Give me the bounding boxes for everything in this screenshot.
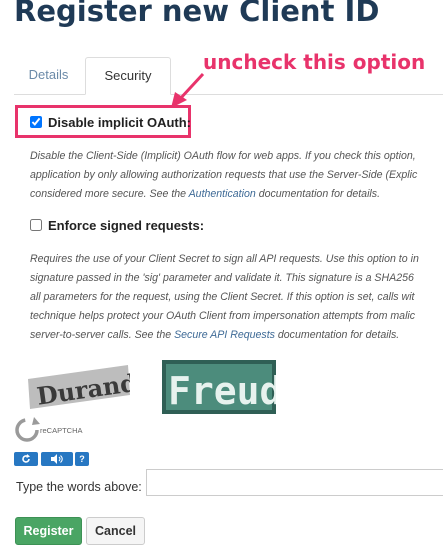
captcha-answer-input[interactable] xyxy=(146,469,443,496)
audio-icon xyxy=(51,454,63,464)
disable-implicit-oauth-checkbox[interactable] xyxy=(30,116,42,128)
refresh-icon xyxy=(22,454,30,463)
description-line: Disable the Client-Side (Implicit) OAuth… xyxy=(30,150,416,162)
captcha-word-2: Freud xyxy=(168,369,276,413)
authentication-link[interactable]: Authentication xyxy=(189,188,256,200)
enforce-signed-requests-label: Enforce signed requests: xyxy=(48,218,205,233)
annotation-arrow-icon xyxy=(171,72,205,108)
tab-details[interactable]: Details xyxy=(14,57,83,93)
captcha-refresh-button[interactable] xyxy=(14,452,38,466)
recaptcha-brand: reCAPTCHA xyxy=(40,426,83,435)
description-line: Requires the use of your Client Secret t… xyxy=(30,253,419,265)
description-line: considered more secure. See the Authenti… xyxy=(30,188,381,200)
captcha-word-image-1: Durand xyxy=(28,365,130,409)
disable-implicit-oauth-option[interactable]: Disable implicit OAuth: xyxy=(30,115,192,131)
captcha-audio-button[interactable] xyxy=(41,452,73,466)
captcha-prompt: Type the words above: xyxy=(16,480,142,494)
captcha-help-button[interactable]: ? xyxy=(75,452,89,466)
captcha-word-image-2: Freud xyxy=(162,360,276,414)
recaptcha-logo-icon: reCAPTCHA xyxy=(15,417,83,442)
signed-requests-description: Requires the use of your Client Secret t… xyxy=(30,250,443,345)
annotation-label: uncheck this option xyxy=(203,50,426,74)
register-button[interactable]: Register xyxy=(15,517,82,545)
description-line: all parameters for the request, using th… xyxy=(30,291,415,303)
enforce-signed-requests-option[interactable]: Enforce signed requests: xyxy=(30,218,230,234)
tab-security[interactable]: Security xyxy=(85,57,171,95)
implicit-oauth-description: Disable the Client-Side (Implicit) OAuth… xyxy=(30,147,443,204)
enforce-signed-requests-checkbox[interactable] xyxy=(30,219,42,231)
disable-implicit-oauth-label: Disable implicit OAuth: xyxy=(48,115,192,130)
secure-api-requests-link[interactable]: Secure API Requests xyxy=(174,329,275,341)
description-line: technique helps protect your OAuth Clien… xyxy=(30,310,416,322)
description-line: application by only allowing authorizati… xyxy=(30,169,418,181)
description-line: signature passed in the 'sig' parameter … xyxy=(30,272,414,284)
description-line: server-to-server calls. See the Secure A… xyxy=(30,329,400,341)
page-title: Register new Client ID xyxy=(14,0,380,28)
cancel-button[interactable]: Cancel xyxy=(86,517,145,545)
help-icon: ? xyxy=(79,454,85,464)
